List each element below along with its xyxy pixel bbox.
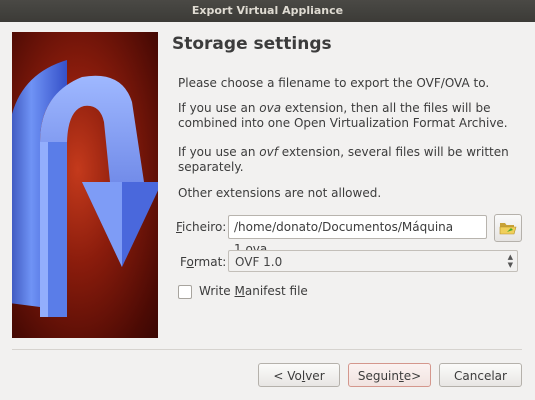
format-label: Format: bbox=[180, 255, 227, 269]
wizard-banner bbox=[12, 32, 158, 338]
export-dialog: Export Virtual Appliance Storage setting… bbox=[0, 0, 535, 400]
format-select-value: OVF 1.0 bbox=[235, 255, 283, 269]
ova-info-text: If you use an ova extension, then all th… bbox=[178, 101, 508, 130]
file-path-input[interactable]: /home/donato/Documentos/Máquina 1.ova bbox=[228, 215, 487, 256]
window-title: Export Virtual Appliance bbox=[0, 0, 535, 22]
back-button[interactable]: < Volver bbox=[258, 363, 340, 387]
extensions-note: Other extensions are not allowed. bbox=[178, 186, 382, 200]
manifest-label[interactable]: Write Manifest file bbox=[199, 284, 308, 298]
open-folder-icon bbox=[499, 223, 517, 235]
next-button[interactable]: Seguinte> bbox=[348, 363, 431, 387]
instruction-text: Please choose a filename to export the O… bbox=[178, 76, 490, 90]
updown-arrows-icon: ▲ ▼ bbox=[507, 253, 513, 269]
ovf-info-text: If you use an ovf extension, several fil… bbox=[178, 145, 509, 174]
browse-folder-button[interactable] bbox=[494, 214, 522, 242]
export-arrow-icon bbox=[12, 60, 158, 317]
format-select[interactable]: OVF 1.0 ▲ ▼ bbox=[228, 250, 518, 272]
cancel-button[interactable]: Cancelar bbox=[439, 363, 522, 387]
button-separator bbox=[12, 349, 522, 350]
manifest-checkbox[interactable] bbox=[178, 285, 192, 299]
page-title: Storage settings bbox=[172, 34, 332, 54]
file-label: Ficheiro: bbox=[176, 220, 227, 234]
